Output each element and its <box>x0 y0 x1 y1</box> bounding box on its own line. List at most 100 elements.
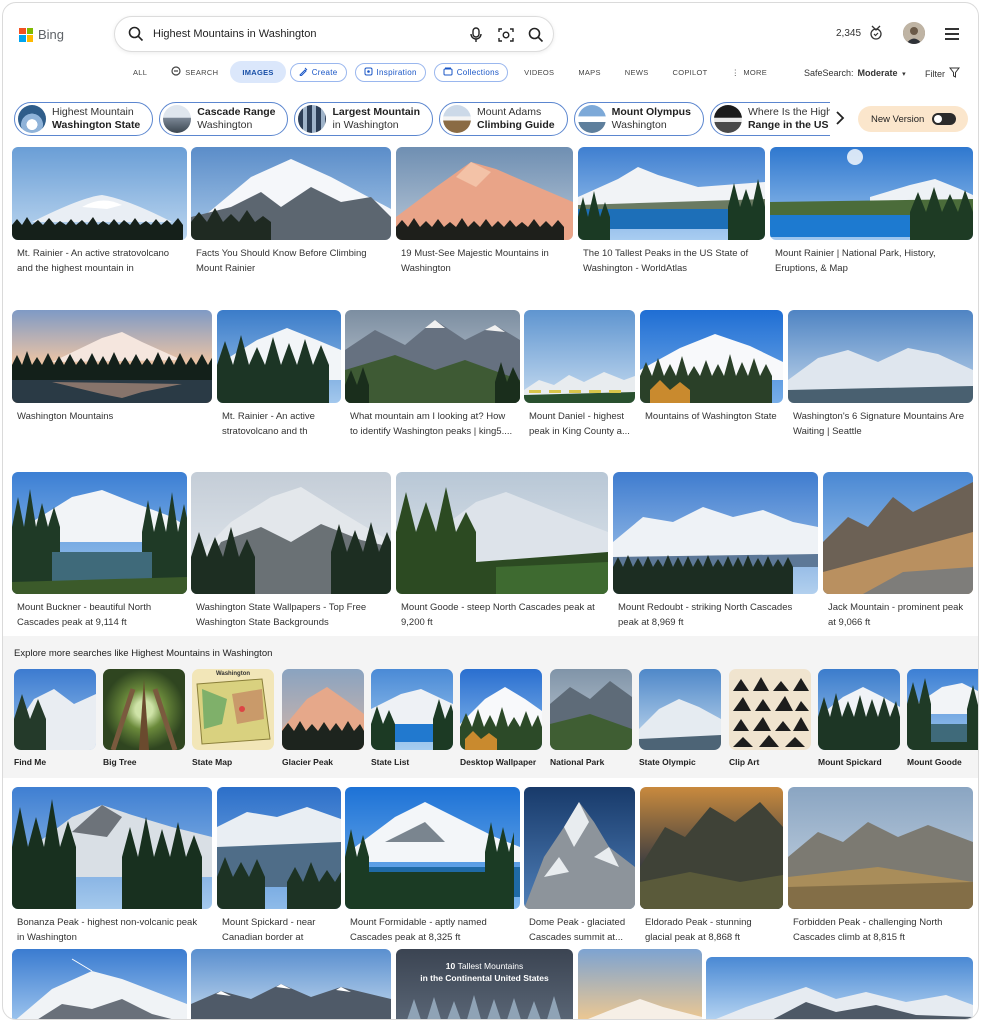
new-version-toggle[interactable]: New Version <box>858 106 968 132</box>
chip-cascade-range[interactable]: Cascade Range Washington <box>159 102 289 136</box>
result-image <box>788 787 973 909</box>
tab-inspiration[interactable]: Inspiration <box>354 62 426 82</box>
image-result[interactable] <box>706 957 973 1019</box>
explore-item-clip-art[interactable]: Clip Art <box>729 669 811 767</box>
explore-item-national-park[interactable]: National Park <box>550 669 632 767</box>
explore-label: National Park <box>550 757 605 767</box>
image-result[interactable]: Mount Goode - steep North Cascades peak … <box>396 472 608 630</box>
image-result[interactable]: Washington Mountains <box>12 310 212 424</box>
vertical-tabs: ALL SEARCH IMAGES Create Inspiration Col… <box>121 61 779 83</box>
explore-label: Glacier Peak <box>282 757 334 767</box>
explore-thumb <box>907 669 978 750</box>
explore-label: Find Me <box>14 757 47 767</box>
hamburger-menu-icon[interactable] <box>945 28 959 40</box>
image-result[interactable]: 10 Tallest Mountains in the Continental … <box>396 949 573 1019</box>
image-result[interactable]: Facts You Should Know Before Climbing Mo… <box>191 147 391 276</box>
bing-logo[interactable]: Bing <box>19 27 64 42</box>
tab-news[interactable]: NEWS <box>613 61 661 83</box>
image-result[interactable]: Mountains of Washington State <box>640 310 783 424</box>
explore-item-desktop-wallpaper[interactable]: Desktop Wallpaper <box>460 669 542 767</box>
image-result[interactable]: Bonanza Peak - highest non-volcanic peak… <box>12 787 212 945</box>
chip-line2: Washington State <box>52 119 141 131</box>
image-result[interactable]: Mount Spickard - near Canadian border at… <box>217 787 341 945</box>
result-caption: Mountains of Washington State <box>645 411 777 422</box>
tab-images[interactable]: IMAGES <box>230 61 286 83</box>
result-image <box>191 472 391 594</box>
image-result[interactable]: Mount Buckner - beautiful North Cascades… <box>12 472 187 630</box>
tab-create[interactable]: Create <box>289 62 347 82</box>
chip-thumbnail <box>18 105 46 133</box>
tab-maps[interactable]: MAPS <box>566 61 612 83</box>
explore-item-find-me[interactable]: Find Me <box>14 669 96 767</box>
explore-thumb <box>639 669 721 750</box>
result-caption: Mount Rainier | National Park, History, … <box>775 248 936 274</box>
microphone-icon[interactable] <box>466 25 486 45</box>
explore-item-state-list[interactable]: State List <box>371 669 453 767</box>
chip-text: Highest Mountain Washington State <box>52 106 140 132</box>
chip-highest-mountain-washington-state[interactable]: Highest Mountain Washington State <box>14 102 154 136</box>
rewards-icon[interactable] <box>869 25 883 41</box>
image-result[interactable] <box>191 949 391 1019</box>
image-result[interactable]: The 10 Tallest Peaks in the US State of … <box>578 147 765 276</box>
image-result[interactable]: Forbidden Peak - challenging North Casca… <box>788 787 973 945</box>
chip-line2: Washington <box>611 119 667 131</box>
image-result[interactable]: Eldorado Peak - stunning glacial peak at… <box>640 787 783 945</box>
image-result[interactable]: Mt. Rainier - An active stratovolcano an… <box>12 147 187 276</box>
image-result[interactable]: Washington's 6 Signature Mountains Are W… <box>788 310 973 439</box>
search-submit-icon[interactable] <box>526 25 546 45</box>
tab-copilot[interactable]: COPILOT <box>661 61 720 83</box>
image-result[interactable]: Washington State Wallpapers - Top Free W… <box>191 472 391 630</box>
explore-item-state-olympic[interactable]: State Olympic <box>639 669 721 767</box>
image-result[interactable]: Mount Rainier | National Park, History, … <box>770 147 973 276</box>
chip-mount-olympus[interactable]: Mount Olympus Washington <box>573 102 704 136</box>
chip-line2: Range in the US <box>747 119 829 131</box>
search-box[interactable] <box>114 16 554 52</box>
tab-more[interactable]: ⋮ MORE <box>720 61 780 83</box>
image-result[interactable]: Dome Peak - glaciated Cascades summit at… <box>524 787 635 945</box>
safesearch-dropdown[interactable]: SafeSearch: Moderate ▾ <box>804 68 906 78</box>
chip-highest-range-us[interactable]: Where Is the Highest MRange in the US <box>709 102 830 136</box>
explore-item-glacier-peak[interactable]: Glacier Peak <box>282 669 364 767</box>
chip-thumbnail <box>443 105 471 133</box>
tab-search[interactable]: SEARCH <box>159 61 230 83</box>
image-result[interactable]: 19 Must-See Majestic Mountains in Washin… <box>396 147 573 276</box>
result-caption: Washington State Wallpapers - Top Free W… <box>196 602 367 628</box>
chip-mount-adams[interactable]: Mount Adams Climbing Guide <box>439 102 568 136</box>
chevron-right-icon[interactable] <box>833 111 847 125</box>
image-result[interactable] <box>578 949 702 1019</box>
filter-button[interactable]: Filter <box>925 67 961 80</box>
chip-thumbnail <box>577 105 606 133</box>
result-image <box>578 147 765 240</box>
explore-item-big-tree[interactable]: Big Tree <box>103 669 185 767</box>
tab-collections[interactable]: Collections <box>433 62 509 82</box>
avatar[interactable] <box>903 22 925 44</box>
visual-search-icon[interactable] <box>496 25 516 45</box>
result-image <box>524 310 635 403</box>
toggle-switch[interactable] <box>932 113 957 125</box>
explore-thumb: Washington <box>192 669 274 750</box>
tab-videos[interactable]: VIDEOS <box>512 61 566 83</box>
search-input[interactable] <box>153 28 453 40</box>
explore-item-mount-goode[interactable]: Mount Goode <box>907 669 978 767</box>
tab-all[interactable]: ALL <box>121 61 159 83</box>
result-image <box>823 472 973 594</box>
result-image <box>524 787 635 909</box>
filter-label: Filter <box>925 68 945 79</box>
result-caption: Forbidden Peak - challenging North Casca… <box>793 917 943 943</box>
result-image <box>12 147 187 240</box>
reward-points[interactable]: 2,345 <box>836 28 861 39</box>
image-result[interactable]: Mount Redoubt - striking North Cascades … <box>613 472 818 630</box>
safesearch-value: Moderate <box>857 68 898 78</box>
image-result[interactable]: Mount Formidable - aptly named Cascades … <box>345 787 520 945</box>
explore-thumb <box>729 669 811 750</box>
result-image <box>217 310 341 403</box>
image-result[interactable]: Jack Mountain - prominent peak at 9,066 … <box>823 472 973 630</box>
image-result[interactable]: Mt. Rainier - An active stratovolcano an… <box>217 310 341 439</box>
explore-item-state-map[interactable]: Washington State Map <box>192 669 274 767</box>
image-result[interactable]: Mount Daniel - highest peak in King Coun… <box>524 310 635 439</box>
image-result[interactable]: What mountain am I looking at? How to id… <box>345 310 520 439</box>
image-result[interactable] <box>12 949 187 1019</box>
explore-item-mount-spickard[interactable]: Mount Spickard <box>818 669 900 767</box>
result-image <box>345 787 520 909</box>
chip-largest-mountain[interactable]: Largest Mountain in Washington <box>294 102 433 136</box>
